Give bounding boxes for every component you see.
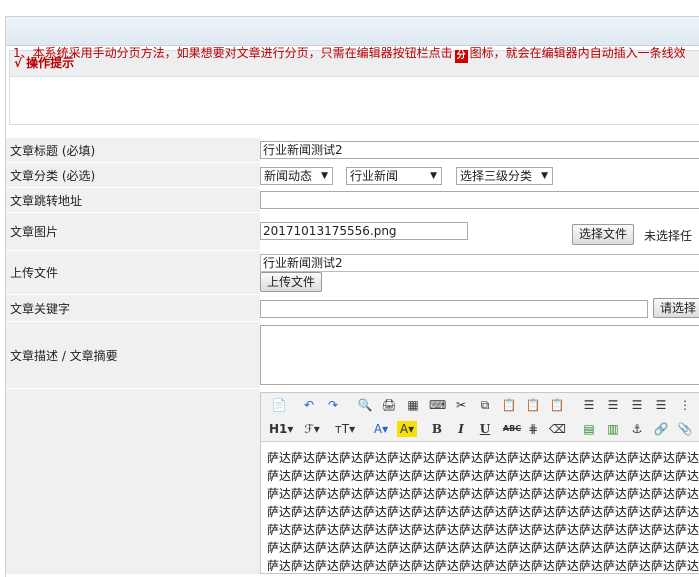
- content-line: 萨达萨达萨达萨达萨达萨达萨达萨达萨达萨达萨达萨达萨达萨达萨达萨达萨达萨达: [267, 505, 699, 519]
- category-level3-select[interactable]: 选择三级分类 ▼: [456, 167, 553, 185]
- template-icon[interactable]: ▦: [405, 397, 421, 413]
- table-icon[interactable]: ⋕: [525, 421, 541, 437]
- align-right-icon[interactable]: ☰: [629, 397, 645, 413]
- editor-toolbar-row2: H1▾ ℱ▾ тT▾ A▾ A▾ B I U ABC ⋕ ⌫ ▤ ▥ ⚓ 🔗 📎: [261, 417, 699, 442]
- category-label: 文章分类 (必选): [6, 163, 260, 187]
- image-path-input[interactable]: 20171013175556.png: [260, 222, 468, 240]
- image-label: 文章图片: [6, 213, 260, 250]
- content-line: 萨达萨达萨达萨达萨达萨达萨达萨达萨达萨达萨达萨达萨达萨达萨达萨达萨达萨达: [267, 523, 699, 537]
- header-band: [6, 17, 699, 46]
- font-family-icon[interactable]: ℱ▾: [301, 421, 323, 437]
- source-code-icon[interactable]: 📄: [271, 397, 287, 413]
- editor-toolbar-row1: 📄 ↶ ↷ 🔍 🖨 ▦ ⌨ ✂ ⧉ 📋 📋 📋 ☰ ☰ ☰ ☰ ⋮: [261, 393, 699, 417]
- strikethrough-icon[interactable]: ABC: [501, 421, 523, 437]
- category-level1-value: 新闻动态: [264, 169, 313, 183]
- bold-icon[interactable]: B: [429, 421, 445, 437]
- choose-file-button[interactable]: 选择文件: [572, 224, 635, 245]
- paste-text-icon[interactable]: 📋: [525, 397, 541, 413]
- tips-text: 1、本系统采用手动分页方法，如果想要对文章进行分页，只需在编辑器按钮栏点击分图标…: [13, 44, 686, 63]
- redo-icon[interactable]: ↷: [325, 397, 341, 413]
- pagebreak-icon: 分: [454, 50, 468, 63]
- clear-format-icon[interactable]: ⌫: [549, 421, 566, 437]
- paste-word-icon[interactable]: 📋: [549, 397, 565, 413]
- row-description: 文章描述 / 文章摘要: [6, 322, 699, 389]
- row-image: 文章图片 20171013175556.png 选择文件 未选择任: [6, 213, 699, 251]
- row-redirect: 文章跳转地址: [6, 188, 699, 213]
- upload-file-button[interactable]: 上传文件: [260, 272, 323, 292]
- row-upload: 上传文件 行业新闻测试2 上传文件: [6, 251, 699, 295]
- anchor-icon[interactable]: ⚓: [629, 421, 645, 437]
- insert-row-icon[interactable]: ▤: [581, 421, 597, 437]
- ordered-list-icon[interactable]: ⋮: [677, 397, 693, 413]
- content-line: 萨达萨达萨达萨达萨达萨达萨达萨达萨达萨达萨达萨达萨达萨达萨达萨达萨达萨达: [267, 559, 699, 573]
- category-level3-value: 选择三级分类: [460, 169, 533, 183]
- font-family-label: ℱ: [304, 422, 314, 436]
- row-category: 文章分类 (必选) 新闻动态 ▼ 行业新闻 ▼ 选择三级分类 ▼: [6, 163, 699, 188]
- align-justify-icon[interactable]: ☰: [653, 397, 669, 413]
- background-color-icon[interactable]: A▾: [397, 421, 417, 437]
- heading-icon[interactable]: H1▾: [269, 421, 293, 437]
- code-icon[interactable]: ⌨: [429, 397, 446, 413]
- align-left-icon[interactable]: ☰: [581, 397, 597, 413]
- undo-icon[interactable]: ↶: [301, 397, 317, 413]
- font-size-icon[interactable]: тT▾: [333, 421, 357, 437]
- chevron-down-icon: ▼: [321, 171, 328, 181]
- attachment-icon[interactable]: 📎: [677, 421, 693, 437]
- content-line: 萨达萨达萨达萨达萨达萨达萨达萨达萨达萨达萨达萨达萨达萨达萨达萨达萨达萨达: [267, 487, 699, 501]
- title-label: 文章标题 (必填): [6, 138, 260, 162]
- heading-label: H1: [269, 422, 288, 436]
- underline-icon[interactable]: U: [477, 421, 493, 437]
- chevron-down-icon: ▼: [541, 171, 548, 181]
- redirect-label: 文章跳转地址: [6, 188, 260, 212]
- upload-label: 上传文件: [6, 251, 260, 294]
- cut-icon[interactable]: ✂: [453, 397, 469, 413]
- align-center-icon[interactable]: ☰: [605, 397, 621, 413]
- category-level1-select[interactable]: 新闻动态 ▼: [260, 167, 333, 185]
- redirect-input[interactable]: [260, 191, 699, 209]
- font-size-label: тT: [334, 422, 350, 436]
- content-line: 萨达萨达萨达萨达萨达萨达萨达萨达萨达萨达萨达萨达萨达萨达萨达萨达萨达萨达: [267, 469, 699, 483]
- print-icon[interactable]: 🖨: [381, 397, 397, 413]
- description-label: 文章描述 / 文章摘要: [6, 322, 260, 388]
- title-input[interactable]: 行业新闻测试2: [260, 141, 699, 159]
- row-title: 文章标题 (必填) 行业新闻测试2: [6, 138, 699, 163]
- editor-content[interactable]: 萨达萨达萨达萨达萨达萨达萨达萨达萨达萨达萨达萨达萨达萨达萨达萨达萨达萨达 萨达萨…: [267, 449, 699, 575]
- keywords-select-button[interactable]: 请选择: [653, 298, 699, 318]
- no-file-text: 未选择任: [644, 229, 693, 243]
- upload-input[interactable]: 行业新闻测试2: [260, 254, 699, 272]
- copy-icon[interactable]: ⧉: [477, 397, 493, 413]
- keywords-input[interactable]: [260, 300, 648, 318]
- italic-icon[interactable]: I: [453, 421, 469, 437]
- font-color-icon[interactable]: A▾: [371, 421, 391, 437]
- row-keywords: 文章关键字 请选择: [6, 295, 699, 322]
- category-level2-value: 行业新闻: [350, 169, 399, 183]
- preview-icon[interactable]: 🔍: [357, 397, 373, 413]
- content-line: 萨达萨达萨达萨达萨达萨达萨达萨达萨达萨达萨达萨达萨达萨达萨达萨达萨达萨达: [267, 541, 699, 555]
- keywords-label: 文章关键字: [6, 295, 260, 321]
- content-line: 萨达萨达萨达萨达萨达萨达萨达萨达萨达萨达萨达萨达萨达萨达萨达萨达萨达萨达: [267, 451, 699, 465]
- tips-line-after: 图标，就会在编辑器内自动插入一条线效: [469, 46, 686, 60]
- paste-icon[interactable]: 📋: [501, 397, 517, 413]
- category-level2-select[interactable]: 行业新闻 ▼: [346, 167, 442, 185]
- font-color-label: A: [373, 422, 383, 436]
- tips-line-before: 1、本系统采用手动分页方法，如果想要对文章进行分页，只需在编辑器按钮栏点击: [13, 46, 453, 60]
- insert-column-icon[interactable]: ▥: [605, 421, 621, 437]
- background-color-label: A: [399, 422, 409, 436]
- editor-label-cell: [6, 389, 260, 574]
- description-textarea[interactable]: [260, 325, 699, 385]
- rich-text-editor: 📄 ↶ ↷ 🔍 🖨 ▦ ⌨ ✂ ⧉ 📋 📋 📋 ☰ ☰ ☰ ☰ ⋮ H1▾ ℱ▾…: [260, 392, 699, 574]
- chevron-down-icon: ▼: [430, 171, 437, 181]
- link-icon[interactable]: 🔗: [653, 421, 669, 437]
